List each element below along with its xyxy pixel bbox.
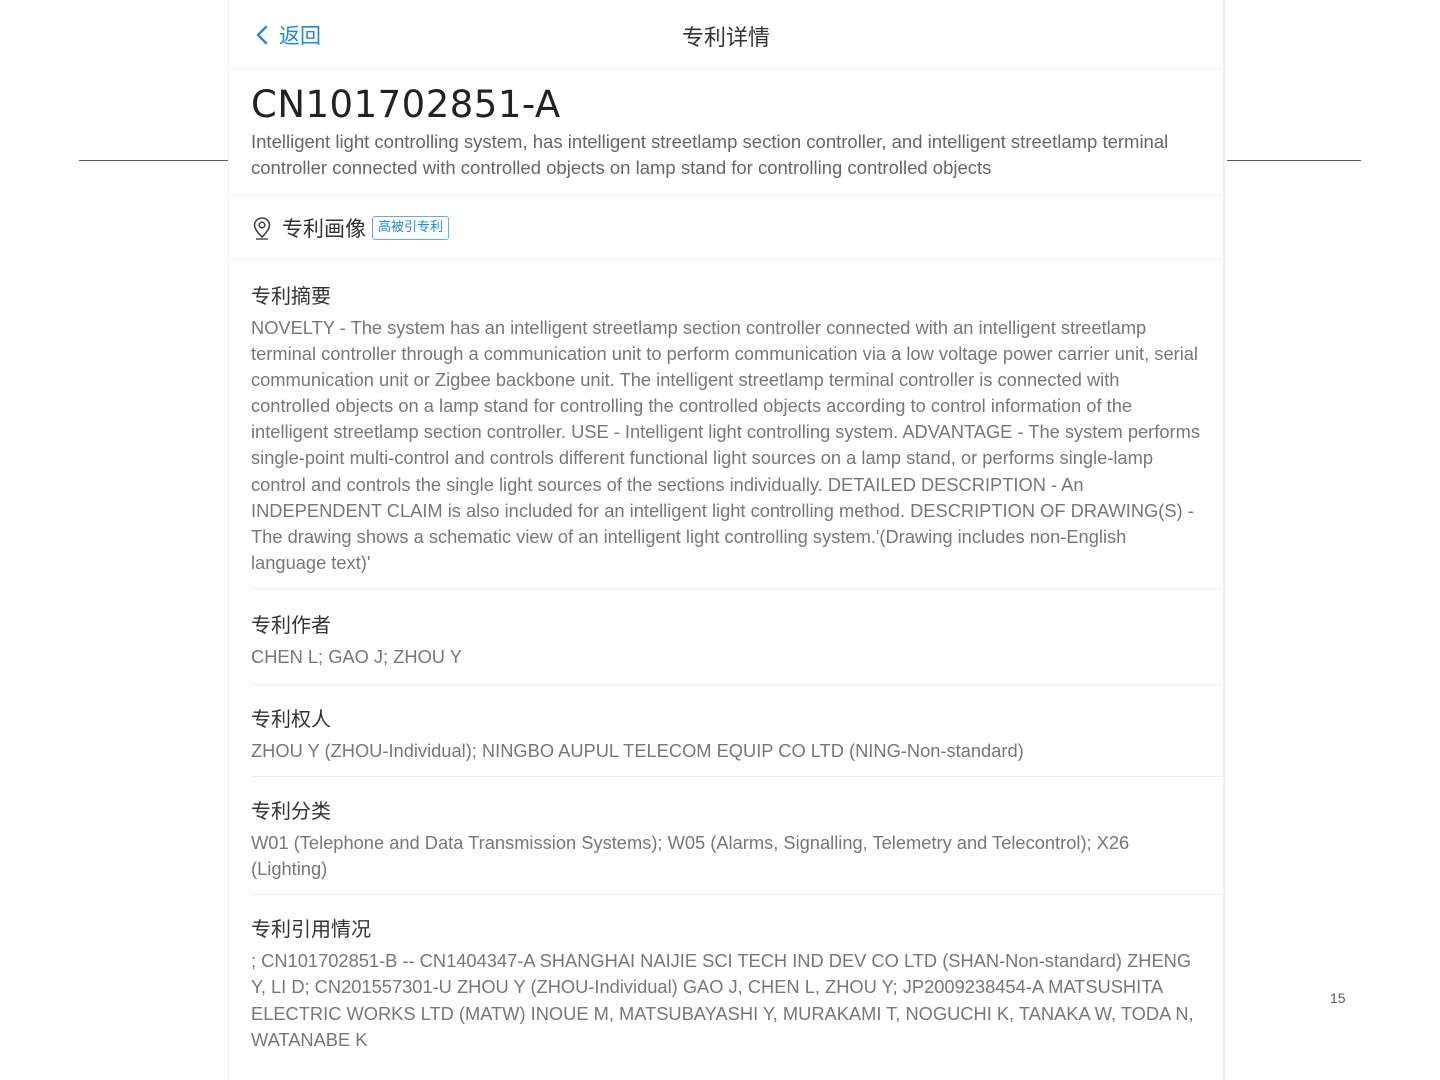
slide-page-number: 15 xyxy=(1330,990,1346,1006)
highly-cited-badge: 高被引专利 xyxy=(372,215,450,240)
classification-title: 专利分类 xyxy=(251,799,331,824)
decorative-line-right xyxy=(1227,160,1361,161)
patent-portrait-row[interactable]: 专利画像 高被引专利 xyxy=(229,196,1223,260)
classification-text: W01 (Telephone and Data Transmission Sys… xyxy=(251,832,1130,880)
citations-section: 专利引用情况 ; CN101702851-B -- CN1404347-A SH… xyxy=(251,895,1223,1064)
owners-section: 专利权人 ZHOU Y (ZHOU-Individual); NINGBO AU… xyxy=(251,685,1223,778)
authors-section: 专利作者 CHEN L; GAO J; ZHOU Y xyxy=(251,589,1223,686)
decorative-line-left xyxy=(79,160,228,161)
patent-portrait-label: 专利画像 xyxy=(282,216,366,241)
abstract-text: NOVELTY - The system has an intelligent … xyxy=(251,317,1200,573)
authors-title: 专利作者 xyxy=(251,612,331,637)
patent-detail-screen: 返回 专利详情 CN101702851-A Intelligent light … xyxy=(228,0,1225,1080)
classification-section: 专利分类 W01 (Telephone and Data Transmissio… xyxy=(251,777,1223,896)
authors-text: CHEN L; GAO J; ZHOU Y xyxy=(251,645,462,667)
patent-title: Intelligent light controlling system, ha… xyxy=(251,131,1169,178)
abstract-title: 专利摘要 xyxy=(251,284,331,308)
owners-title: 专利权人 xyxy=(251,707,331,732)
owners-text: ZHOU Y (ZHOU-Individual); NINGBO AUPUL T… xyxy=(251,740,1024,762)
map-pin-icon xyxy=(253,216,271,240)
presentation-slide: 返回 专利详情 CN101702851-A Intelligent light … xyxy=(0,0,1440,1080)
citations-title: 专利引用情况 xyxy=(251,917,371,942)
patent-header: CN101702851-A Intelligent light controll… xyxy=(229,69,1223,196)
navigation-bar: 返回 专利详情 xyxy=(229,0,1223,69)
abstract-section: 专利摘要 NOVELTY - The system has an intelli… xyxy=(251,260,1223,589)
citations-text: ; CN101702851-B -- CN1404347-A SHANGHAI … xyxy=(251,950,1194,1050)
patent-id: CN101702851-A xyxy=(251,83,561,126)
page-title: 专利详情 xyxy=(681,26,770,51)
